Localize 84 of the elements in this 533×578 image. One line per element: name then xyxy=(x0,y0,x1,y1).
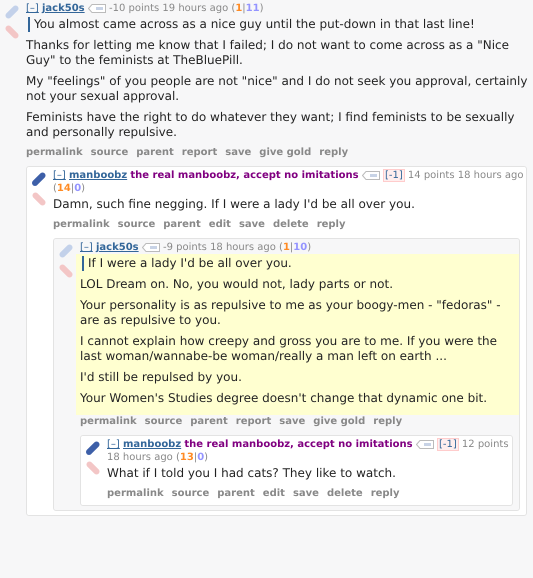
separator: | xyxy=(242,3,246,14)
action-link[interactable]: report xyxy=(236,414,272,429)
action-link[interactable]: permalink xyxy=(80,414,137,429)
paren: ( xyxy=(176,452,180,463)
action-link[interactable]: give gold xyxy=(259,145,312,160)
user-flair: the real manboobz, accept no imitations xyxy=(130,170,359,181)
action-link[interactable]: save xyxy=(279,414,306,429)
score-points: 14 points xyxy=(408,170,455,181)
tag-icon[interactable] xyxy=(416,440,434,449)
upvote-count: 14 xyxy=(56,183,71,194)
paren: ( xyxy=(279,242,283,253)
downvote-count: 0 xyxy=(74,183,82,194)
separator: | xyxy=(290,242,294,253)
paren: ) xyxy=(260,3,264,14)
action-link[interactable]: reply xyxy=(319,145,348,160)
action-link[interactable]: save xyxy=(238,217,265,232)
action-link[interactable]: source xyxy=(90,145,128,160)
upvote-count: 1 xyxy=(282,242,290,253)
downvote-count: 0 xyxy=(197,452,204,463)
action-link[interactable]: parent xyxy=(136,145,174,160)
paren: ( xyxy=(231,3,236,14)
action-link[interactable]: source xyxy=(172,486,210,501)
action-link[interactable]: reply xyxy=(373,414,402,429)
comment-paragraph: Feminists have the right to do whatever they want; I find feminists to be sexually and personally repulsive. xyxy=(26,110,516,140)
action-link[interactable]: save xyxy=(225,145,252,160)
comment-paragraph: LOL Dream on. No, you would not, lady parts or not. xyxy=(80,277,394,292)
tag-icon[interactable] xyxy=(88,4,106,13)
downvote-count: 10 xyxy=(293,242,308,253)
timestamp: 19 hours ago xyxy=(162,3,228,14)
author-link[interactable]: manboobz xyxy=(123,439,182,450)
action-link[interactable]: save xyxy=(292,486,319,501)
collapse-toggle[interactable]: [–] xyxy=(80,242,93,253)
quoted-text: You almost came across as a nice guy until the put-down in that last line! xyxy=(28,17,533,32)
comment-paragraph: I'd still be repulsed by you. xyxy=(80,370,243,385)
upvote-count: 13 xyxy=(180,452,194,463)
comment-paragraph: I cannot explain how creepy and gross you are to me. If you were the last woman/wannabe-be woman/really a man left on earth ... xyxy=(80,334,498,364)
paren: ) xyxy=(81,183,86,194)
quoted-text: If I were a lady I'd be all over you. xyxy=(82,256,513,271)
author-link[interactable]: manboobz xyxy=(69,170,128,181)
timestamp: 18 hours ago xyxy=(107,452,173,463)
action-link[interactable]: source xyxy=(144,414,182,429)
score-points: -10 points xyxy=(109,3,160,14)
author-link[interactable]: jack50s xyxy=(42,3,85,14)
upvote-count: 1 xyxy=(235,3,242,14)
comment-paragraph: What if I told you I had cats? They like to watch. xyxy=(107,466,397,481)
action-link[interactable]: permalink xyxy=(107,486,164,501)
action-link[interactable]: reply xyxy=(316,217,346,232)
action-link[interactable]: reply xyxy=(370,486,400,501)
separator: | xyxy=(194,452,198,463)
timestamp: 18 hours ago xyxy=(458,170,524,181)
timestamp: 18 hours ago xyxy=(210,242,276,253)
action-link[interactable]: permalink xyxy=(26,145,83,160)
vote-tally-badge: [-1] xyxy=(382,169,405,182)
action-link[interactable]: delete xyxy=(326,486,363,501)
author-link[interactable]: jack50s xyxy=(96,242,139,253)
separator: | xyxy=(70,183,74,194)
collapse-toggle[interactable]: [–] xyxy=(26,3,39,14)
paren: ( xyxy=(53,183,57,194)
paren: ) xyxy=(204,452,208,463)
comment-paragraph: My "feelings" of you people are not "nice" and I do not seek you approval, certainly not your sexual approval. xyxy=(26,74,528,104)
score-points: 12 points xyxy=(462,439,509,450)
action-link[interactable]: parent xyxy=(217,486,255,501)
vote-tally-badge: [-1] xyxy=(436,438,459,451)
action-link[interactable]: delete xyxy=(272,217,309,232)
collapse-toggle[interactable]: [–] xyxy=(107,439,120,450)
tag-icon[interactable] xyxy=(362,170,380,180)
action-link[interactable]: edit xyxy=(208,217,231,232)
downvote-count: 11 xyxy=(246,3,260,14)
comment-paragraph: Damn, such fine negging. If I were a lady I'd be all over you. xyxy=(53,197,416,212)
action-link[interactable]: give gold xyxy=(313,414,366,429)
score-points: -9 points xyxy=(163,242,207,253)
action-link[interactable]: parent xyxy=(190,414,228,429)
action-link[interactable]: edit xyxy=(262,486,285,501)
action-link[interactable]: report xyxy=(182,145,218,160)
comment-paragraph: Thanks for letting me know that I failed; I do not want to come across as a "Nice Guy" to the feminists at TheBluePill. xyxy=(26,38,510,68)
user-flair: the real manboobz, accept no imitations xyxy=(184,439,413,450)
comment-paragraph: Your Women's Studies degree doesn't change that dynamic one bit. xyxy=(80,391,488,406)
action-link[interactable]: parent xyxy=(163,217,201,232)
paren: ) xyxy=(307,242,312,253)
action-link[interactable]: source xyxy=(118,217,156,232)
action-link[interactable]: permalink xyxy=(53,217,110,232)
collapse-toggle[interactable]: [–] xyxy=(53,170,66,181)
comment-paragraph: Your personality is as repulsive to me as your boogy-men - "fedoras" - are as repulsive to you. xyxy=(80,298,502,328)
tag-icon[interactable] xyxy=(142,242,160,252)
